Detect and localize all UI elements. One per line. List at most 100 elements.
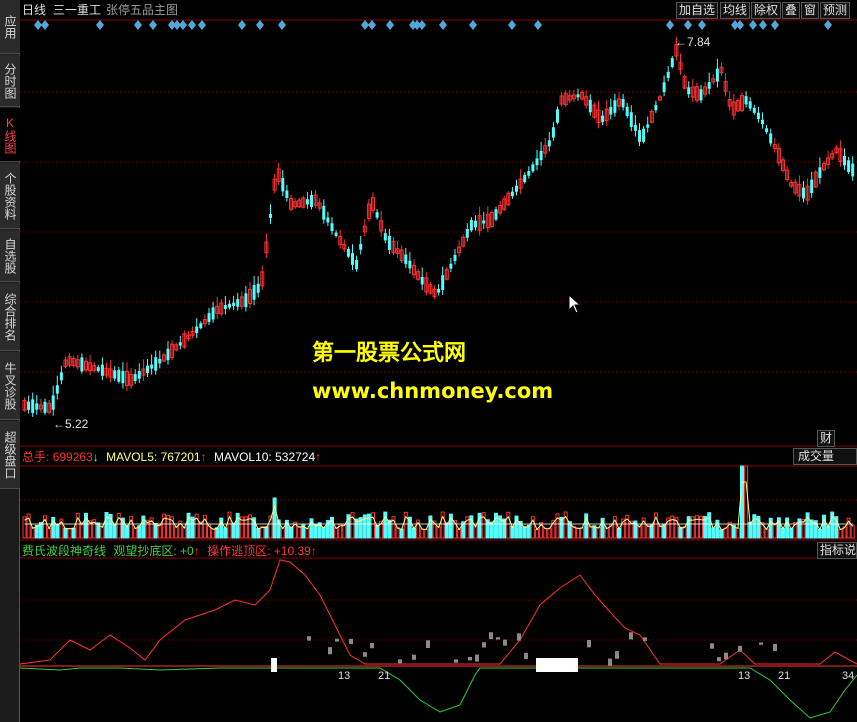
volume-indicator-button[interactable]: 成交量: [793, 448, 857, 465]
flag-fragment: [454, 659, 458, 663]
flag-fragment: [398, 659, 402, 664]
indicator-help-button[interactable]: 指标说: [817, 542, 857, 559]
volume-bar: [395, 527, 400, 539]
flag-fragment: [496, 637, 500, 640]
volume-bar: [481, 512, 486, 539]
diamond-marker-icon: [749, 20, 757, 30]
bottom-zone-label: 观望抄底区:: [113, 544, 177, 558]
volume-bar: [719, 529, 724, 539]
fib-label: 34: [842, 670, 855, 682]
flag-fragment: [412, 654, 416, 660]
flag-fragment: [738, 645, 742, 652]
volume-bar: [723, 527, 728, 539]
tab-kline-chart[interactable]: K线图: [0, 108, 20, 162]
volume-bar: [30, 527, 35, 539]
candle-body: [269, 214, 272, 218]
volume-bar: [604, 527, 609, 539]
diamond-marker-icon: [418, 20, 426, 30]
tab-watchlist[interactable]: 自选股: [0, 230, 20, 282]
mavol10-arrow: ↑: [315, 450, 322, 464]
candle-body: [55, 385, 59, 394]
signal-block: [536, 658, 578, 672]
volume-bar: [678, 526, 683, 539]
candle-body: [244, 293, 248, 308]
flag-fragment: [759, 642, 763, 645]
diamond-marker-icon: [736, 20, 744, 30]
candle-body: [305, 199, 309, 205]
candle-body: [715, 68, 719, 82]
diamond-marker-icon: [386, 20, 394, 30]
volume-bar: [744, 465, 749, 539]
flag-fragment: [608, 658, 612, 666]
volume-bar: [67, 527, 72, 539]
diamond-marker-icon: [684, 20, 692, 30]
flag-fragment: [426, 640, 430, 649]
candle-body: [531, 164, 535, 172]
diamond-marker-icon: [666, 20, 674, 30]
candle-body: [527, 170, 531, 176]
volume-bar: [104, 511, 109, 539]
tab-app[interactable]: 应用: [0, 0, 20, 54]
candle-body: [515, 185, 518, 192]
flag-fragment: [773, 644, 777, 652]
candle-body: [232, 302, 236, 306]
volume-bar: [313, 524, 318, 539]
volume-bar: [321, 526, 326, 539]
volume-bar: [305, 527, 310, 539]
volume-bar: [637, 525, 642, 539]
tab-diagnosis[interactable]: 牛叉诊股: [0, 352, 20, 420]
top-zone-line: [20, 559, 857, 665]
candle-body: [223, 305, 227, 309]
tab-ranking[interactable]: 综合排名: [0, 283, 20, 351]
volume-bar: [535, 529, 539, 539]
candle-body: [539, 151, 543, 161]
volume-bar: [280, 527, 285, 539]
volume-bar: [838, 528, 843, 539]
candle-body: [769, 133, 773, 144]
mavol5-label: MAVOL5:: [106, 450, 158, 464]
candle-body: [666, 71, 670, 78]
volume-bar: [342, 523, 347, 539]
candle-body: [646, 124, 650, 128]
candle-body: [847, 160, 851, 173]
diamond-marker-icon: [439, 20, 447, 30]
tab-stock-profile[interactable]: 个股资料: [0, 163, 20, 229]
signal-block: [271, 658, 277, 672]
candle-body: [802, 187, 805, 199]
watermark-url: www.chnmoney.com: [312, 379, 554, 403]
tab-timeshare-chart[interactable]: 分时图: [0, 55, 20, 107]
diamond-marker-icon: [368, 20, 376, 30]
volume-bar: [371, 512, 375, 539]
volume-bar: [764, 528, 769, 539]
candle-body: [43, 401, 47, 413]
finance-button[interactable]: 财: [817, 430, 836, 447]
volume-bar: [157, 523, 162, 539]
volume-bar: [264, 526, 269, 539]
candle-body: [843, 155, 846, 166]
mavol10-value: 532724: [275, 450, 316, 464]
candle-body: [80, 357, 84, 372]
volume-bar: [682, 526, 687, 539]
candle-body: [851, 163, 855, 177]
candle-body: [100, 364, 104, 376]
candle-body: [375, 212, 379, 218]
candle-body: [31, 399, 35, 413]
candle-body: [465, 228, 469, 238]
flag-fragment: [328, 647, 332, 655]
candle-body: [195, 326, 199, 334]
volume-bar: [211, 528, 216, 539]
candle-body: [150, 364, 154, 369]
volume-bar: [289, 526, 293, 539]
oscillator-lines: [20, 559, 857, 719]
candle-body: [588, 99, 592, 113]
volume-bar: [658, 525, 662, 539]
flag-fragment: [468, 656, 472, 661]
candle-body: [449, 263, 453, 269]
candle-body: [748, 101, 752, 109]
candle-body: [154, 357, 158, 371]
candle-body: [642, 128, 646, 142]
candle-body: [609, 106, 613, 115]
tab-super-panel[interactable]: 超级盘口: [0, 421, 20, 489]
candle-body: [654, 105, 658, 111]
volume-bar: [735, 527, 740, 539]
